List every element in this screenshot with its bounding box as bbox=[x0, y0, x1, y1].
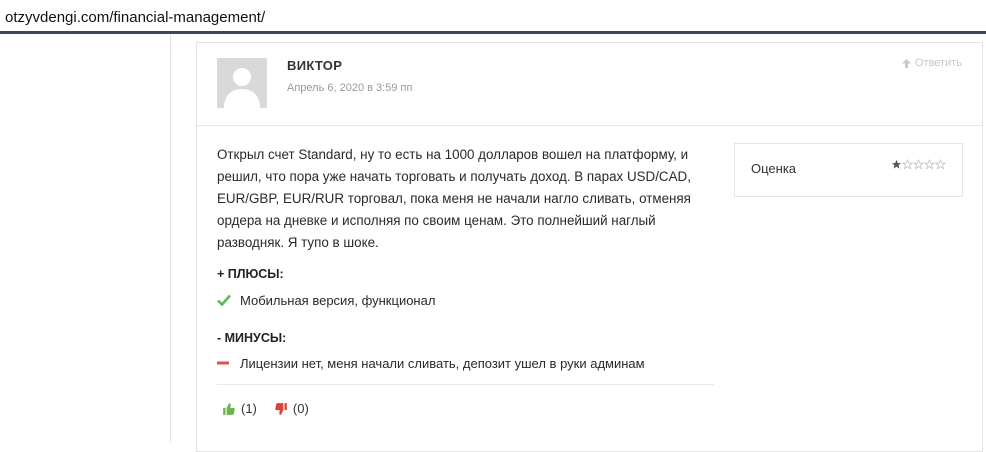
rating-label: Оценка bbox=[751, 161, 797, 176]
review-date[interactable]: Апрель 6, 2020 в 3:59 пп bbox=[287, 82, 412, 94]
vote-down-count: (0) bbox=[292, 401, 309, 416]
vote-down-button[interactable]: (0) bbox=[274, 401, 309, 416]
pros-item-text: Мобильная версия, функционал bbox=[240, 292, 436, 308]
column-divider bbox=[170, 34, 171, 442]
review-header: ВИКТОР Апрель 6, 2020 в 3:59 пп Ответить bbox=[197, 43, 982, 126]
review-card: ВИКТОР Апрель 6, 2020 в 3:59 пп Ответить… bbox=[196, 42, 983, 452]
star-icon bbox=[913, 159, 924, 170]
vote-up-button[interactable]: (1) bbox=[222, 401, 257, 416]
default-avatar-icon bbox=[217, 58, 267, 108]
url-text[interactable]: otzyvdengi.com/financial-management/ bbox=[5, 9, 265, 26]
address-bar[interactable]: otzyvdengi.com/financial-management/ bbox=[0, 0, 986, 34]
vote-up-count: (1) bbox=[241, 401, 257, 416]
review-author[interactable]: ВИКТОР bbox=[287, 58, 342, 73]
star-icon bbox=[924, 159, 935, 170]
star-icon bbox=[891, 159, 902, 169]
thumb-up-icon bbox=[223, 402, 235, 415]
cons-item: Лицензии нет, меня начали сливать, депоз… bbox=[217, 355, 645, 371]
avatar bbox=[217, 58, 267, 108]
minus-icon bbox=[217, 355, 233, 371]
rating-box: Оценка bbox=[734, 143, 963, 197]
star-icon bbox=[935, 159, 946, 170]
review-text: Открыл счет Standard, ну то есть на 1000… bbox=[217, 147, 691, 250]
pros-item: Мобильная версия, функционал bbox=[217, 292, 435, 308]
reply-arrow-icon bbox=[901, 58, 911, 68]
cons-item-text: Лицензии нет, меня начали сливать, депоз… bbox=[240, 355, 645, 371]
check-icon bbox=[217, 292, 233, 308]
vote-bar: (1) (0) bbox=[222, 401, 326, 416]
pros-title: + ПЛЮСЫ: bbox=[217, 267, 284, 281]
cons-title: - МИНУСЫ: bbox=[217, 331, 287, 345]
divider bbox=[217, 384, 714, 385]
reply-label: Ответить bbox=[914, 57, 962, 69]
star-icon bbox=[902, 159, 913, 170]
rating-stars bbox=[891, 159, 946, 170]
thumb-down-icon bbox=[275, 402, 287, 415]
reply-button[interactable]: Ответить bbox=[901, 57, 962, 69]
left-gutter bbox=[0, 34, 170, 442]
